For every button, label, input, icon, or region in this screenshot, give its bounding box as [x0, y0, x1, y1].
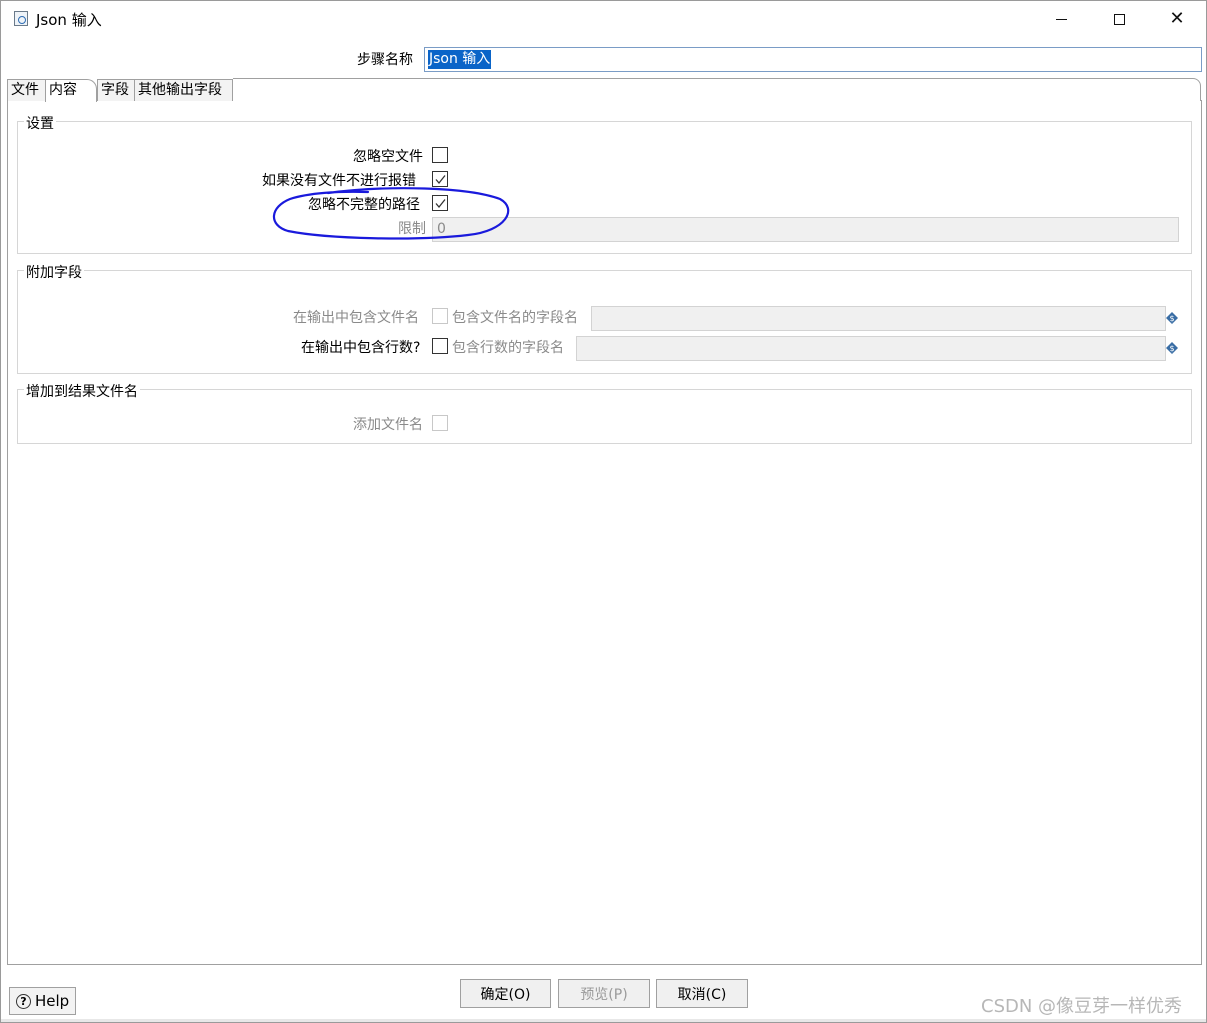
tab-content[interactable]: 内容	[45, 79, 97, 102]
variable-icon[interactable]: $	[1166, 342, 1178, 354]
ok-button[interactable]: 确定(O)	[460, 979, 551, 1008]
svg-text:$: $	[1169, 344, 1174, 353]
cancel-button[interactable]: 取消(C)	[656, 979, 748, 1008]
help-icon: ?	[16, 993, 31, 1009]
help-button[interactable]: ? Help	[9, 987, 76, 1015]
minimize-icon	[1055, 18, 1067, 20]
variable-icon[interactable]: $	[1166, 312, 1178, 324]
preview-label: 预览(P)	[580, 986, 628, 1003]
result-files-group-title: 增加到结果文件名	[24, 381, 140, 401]
include-rownum-label: 在输出中包含行数?	[301, 340, 421, 356]
help-label: Help	[35, 992, 70, 1010]
step-name-label: 步骤名称	[357, 52, 413, 68]
ignore-empty-file-label: 忽略空文件	[353, 149, 423, 165]
bottom-strip	[0, 1019, 1207, 1023]
close-icon: ✕	[1169, 8, 1185, 29]
filename-field-input[interactable]	[591, 306, 1166, 331]
tab-fields[interactable]: 字段	[97, 79, 135, 101]
extra-fields-group-title: 附加字段	[24, 262, 84, 282]
step-name-value: Json 输入	[428, 50, 492, 69]
svg-text:$: $	[1169, 314, 1174, 323]
minimize-button[interactable]	[1032, 0, 1090, 38]
app-icon	[14, 11, 28, 26]
title-bar	[0, 0, 1207, 38]
tab-strip-line	[233, 78, 1201, 101]
ignore-empty-file-checkbox[interactable]	[432, 147, 448, 163]
add-filename-label: 添加文件名	[353, 417, 423, 433]
preview-button[interactable]: 预览(P)	[558, 979, 650, 1008]
limit-input[interactable]: 0	[432, 217, 1179, 242]
add-filename-checkbox[interactable]	[432, 415, 448, 431]
watermark: CSDN @像豆芽一样优秀	[981, 996, 1183, 1017]
window-title: Json 输入	[36, 11, 102, 29]
cancel-label: 取消(C)	[677, 986, 727, 1003]
rownum-field-label: 包含行数的字段名	[452, 340, 564, 356]
maximize-icon	[1113, 13, 1125, 25]
close-button[interactable]: ✕	[1148, 0, 1206, 38]
ok-label: 确定(O)	[480, 986, 531, 1003]
result-files-group	[17, 389, 1192, 444]
rownum-field-input[interactable]	[576, 336, 1166, 361]
tab-file[interactable]: 文件	[7, 79, 46, 101]
include-filename-label: 在输出中包含文件名	[293, 310, 419, 326]
tab-additional-output-fields[interactable]: 其他输出字段	[134, 79, 233, 101]
settings-group-title: 设置	[24, 113, 56, 133]
step-name-input[interactable]: Json 输入	[424, 47, 1202, 72]
include-rownum-checkbox[interactable]	[432, 338, 448, 354]
annotation-ellipse	[272, 187, 510, 240]
maximize-button[interactable]	[1090, 0, 1148, 38]
include-filename-checkbox[interactable]	[432, 308, 448, 324]
filename-field-label: 包含文件名的字段名	[452, 310, 578, 326]
